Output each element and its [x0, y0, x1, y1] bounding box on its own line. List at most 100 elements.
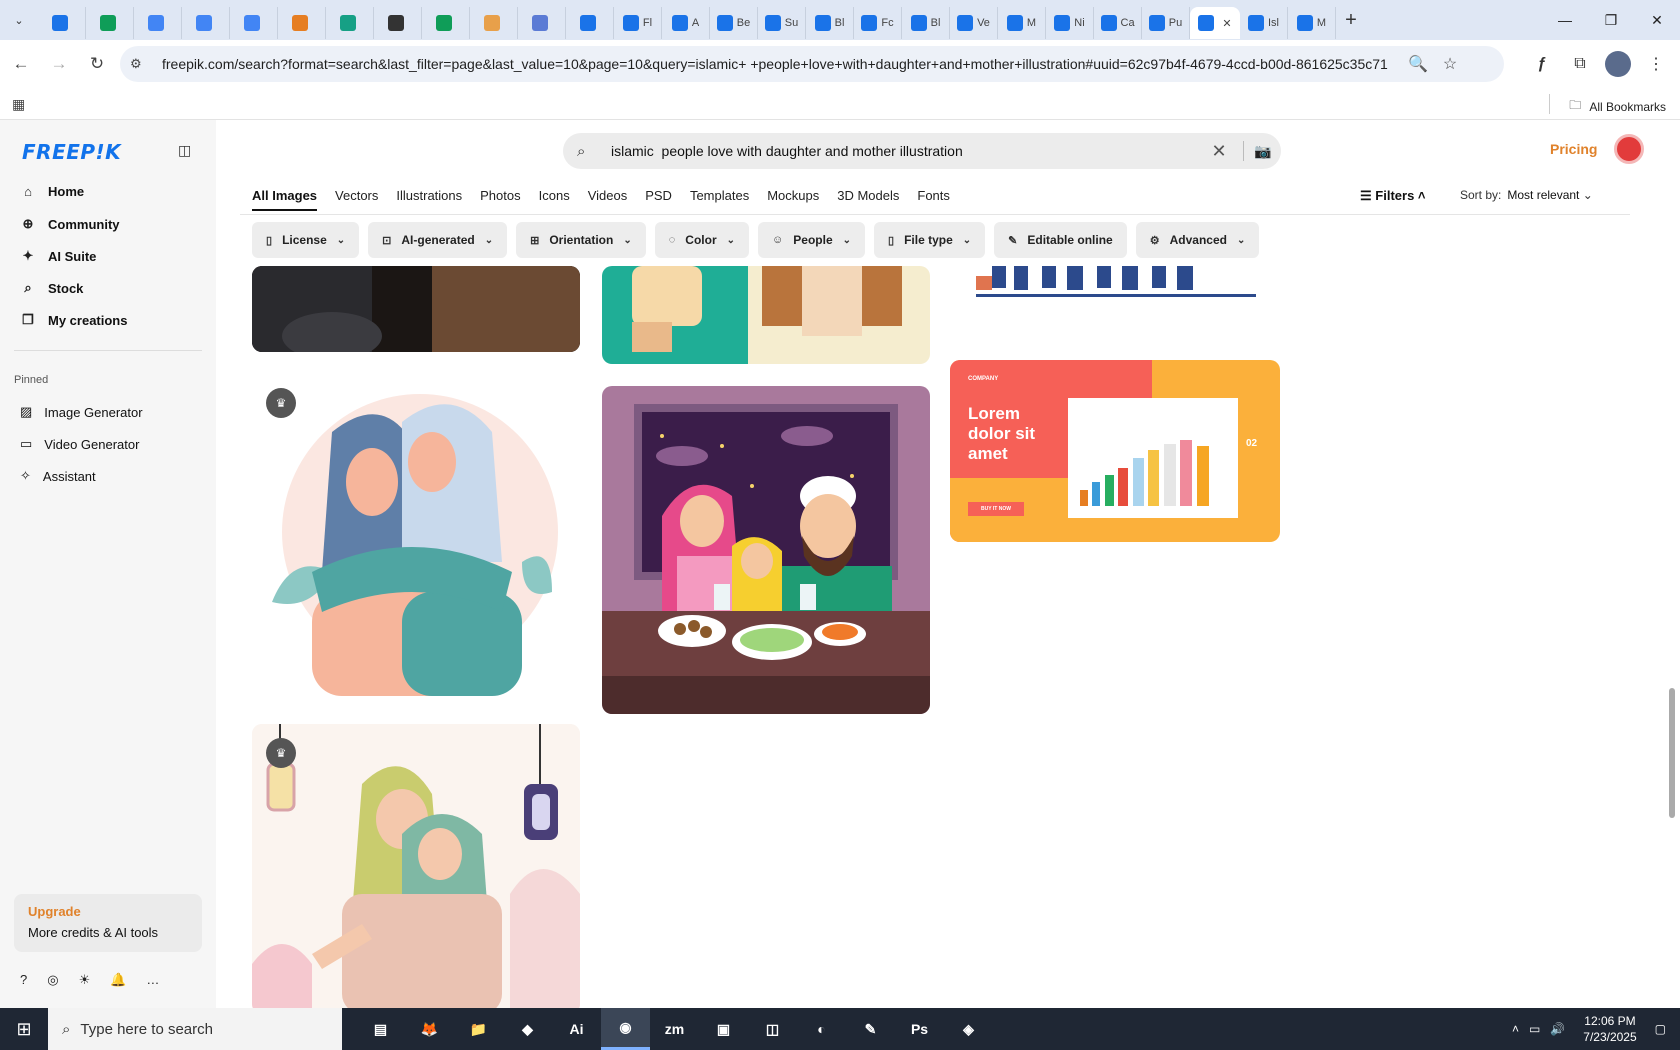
browser-tab[interactable]: Fc	[854, 7, 902, 39]
browser-tab[interactable]: Pu	[1142, 7, 1190, 39]
filter-chip-license[interactable]: ▯ License ⌄	[252, 222, 360, 258]
browser-tab[interactable]: Bl	[902, 7, 950, 39]
browser-tab[interactable]	[230, 7, 278, 39]
browser-tab[interactable]: Su	[758, 7, 806, 39]
tab-all-images[interactable]: All Images	[252, 188, 318, 211]
discord-icon[interactable]: ◎	[47, 972, 58, 988]
sidebar-item-image-generator[interactable]: ▨ Image Generator	[20, 404, 143, 420]
minimize-icon[interactable]: —	[1542, 0, 1588, 40]
apps-grid-icon[interactable]: ▦	[12, 96, 25, 113]
zoom-icon[interactable]: 🔍	[1402, 54, 1434, 74]
all-bookmarks-button[interactable]: 🗀 All Bookmarks	[1569, 96, 1666, 117]
upgrade-card[interactable]: Upgrade More credits & AI tools	[14, 894, 202, 952]
address-bar[interactable]: ⚙ freepik.com/search?format=search&last_…	[120, 46, 1504, 82]
taskbar-app-icon[interactable]: ▣	[699, 1008, 748, 1050]
browser-tab[interactable]: M	[1288, 7, 1336, 39]
browser-tab[interactable]: A	[662, 7, 710, 39]
page-scrollbar[interactable]	[1664, 120, 1680, 1008]
sidebar-item-stock[interactable]: ⌕ Stock	[20, 280, 83, 296]
close-tab-icon[interactable]: ✕	[1222, 17, 1231, 30]
tab-mockups[interactable]: Mockups	[767, 188, 819, 211]
filter-chip-file-type[interactable]: ▯ File type ⌄	[874, 222, 986, 258]
browser-tab[interactable]: M	[998, 7, 1046, 39]
tab-icons[interactable]: Icons	[539, 188, 570, 211]
tab-photos[interactable]: Photos	[480, 188, 520, 211]
network-icon[interactable]: ▭	[1529, 1022, 1540, 1036]
back-icon[interactable]: ←	[4, 47, 38, 81]
taskbar-app-icon[interactable]: Ps	[895, 1008, 944, 1050]
volume-icon[interactable]: 🔊	[1550, 1022, 1565, 1036]
taskbar-app-icon[interactable]: 📁	[454, 1008, 503, 1050]
filter-chip-people[interactable]: ☺ People ⌄	[758, 222, 866, 258]
windows-start-icon[interactable]: ⊞	[0, 1008, 48, 1050]
tab-search-button[interactable]: ⌄	[0, 0, 38, 40]
sidebar-item-my-creations[interactable]: ❐ My creations	[20, 312, 127, 328]
browser-tab[interactable]: Ca	[1094, 7, 1142, 39]
tab-fonts[interactable]: Fonts	[917, 188, 950, 211]
more-icon[interactable]: …	[146, 972, 159, 988]
filters-button[interactable]: ☰ Filters ˄	[1360, 188, 1426, 204]
help-icon[interactable]: ?	[20, 972, 27, 988]
image-card-mother-daughter-hug[interactable]: ♛	[252, 372, 580, 702]
image-card-people-row[interactable]	[952, 266, 1280, 300]
browser-tab[interactable]: Isl	[1240, 7, 1288, 39]
new-tab-button[interactable]: +	[1336, 9, 1366, 32]
filter-chip-editable-online[interactable]: ✎ Editable online	[994, 222, 1127, 258]
camera-search-icon[interactable]: 📷	[1254, 143, 1271, 160]
extensions-puzzle-icon[interactable]: ⧉	[1562, 46, 1598, 82]
tab-vectors[interactable]: Vectors	[335, 188, 378, 211]
browser-tab[interactable]	[518, 7, 566, 39]
filter-chip-color[interactable]: ◌ Color ⌄	[654, 222, 750, 258]
tab-templates[interactable]: Templates	[690, 188, 749, 211]
taskbar-app-icon[interactable]: ◈	[944, 1008, 993, 1050]
browser-menu-icon[interactable]: ⋮	[1638, 46, 1674, 82]
taskbar-app-icon[interactable]: ◆	[503, 1008, 552, 1050]
browser-tab[interactable]: Ve	[950, 7, 998, 39]
image-card-ramadan-hug[interactable]: ♛	[252, 724, 580, 1014]
filter-chip-orientation[interactable]: ⊞ Orientation ⌄	[516, 222, 646, 258]
tab-illustrations[interactable]: Illustrations	[396, 188, 462, 211]
image-card-orange-banner[interactable]: COMPANY Lorem dolor sit amet BUY IT NOW …	[950, 360, 1280, 542]
search-input[interactable]: islamic people love with daughter and mo…	[611, 143, 1191, 159]
browser-tab[interactable]	[86, 7, 134, 39]
browser-tab[interactable]	[470, 7, 518, 39]
taskbar-search-box[interactable]: ⌕ Type here to search	[48, 1008, 342, 1050]
taskbar-app-icon[interactable]: zm	[650, 1008, 699, 1050]
taskbar-app-icon[interactable]: ✎	[846, 1008, 895, 1050]
image-card-family-sofa[interactable]	[602, 266, 930, 364]
sidebar-item-assistant[interactable]: ✧ Assistant	[20, 468, 96, 484]
image-card-dark-photo[interactable]	[252, 266, 580, 352]
taskbar-app-icon[interactable]: ◫	[748, 1008, 797, 1050]
image-search-bar[interactable]: ⌕ islamic people love with daughter and …	[563, 133, 1281, 169]
image-card-family-dinner[interactable]	[602, 386, 930, 714]
tab-psd[interactable]: PSD	[645, 188, 672, 211]
restore-icon[interactable]: ❐	[1588, 0, 1634, 40]
tab-3d-models[interactable]: 3D Models	[837, 188, 899, 211]
sidebar-item-ai-suite[interactable]: ✦ AI Suite	[20, 248, 97, 264]
taskbar-app-icon[interactable]: Ai	[552, 1008, 601, 1050]
url-text[interactable]: freepik.com/search?format=search&last_fi…	[162, 56, 1402, 72]
sidebar-item-home[interactable]: ⌂ Home	[20, 184, 84, 199]
bookmark-star-icon[interactable]: ☆	[1434, 54, 1466, 74]
browser-tab[interactable]	[422, 7, 470, 39]
browser-tab[interactable]	[326, 7, 374, 39]
notifications-icon[interactable]: 🔔	[110, 972, 126, 988]
freepik-logo[interactable]: FREEP!K	[22, 140, 121, 164]
browser-tab[interactable]	[278, 7, 326, 39]
pricing-link[interactable]: Pricing	[1550, 141, 1597, 157]
close-window-icon[interactable]: ✕	[1634, 0, 1680, 40]
notification-center-icon[interactable]: ▢	[1655, 1022, 1666, 1036]
filter-chip-advanced[interactable]: ⚙ Advanced ⌄	[1135, 222, 1260, 258]
browser-tab[interactable]	[566, 7, 614, 39]
browser-tab[interactable]: ✕	[1190, 7, 1240, 39]
browser-tab[interactable]: Fl	[614, 7, 662, 39]
theme-toggle-icon[interactable]: ☀	[79, 972, 91, 988]
sort-select[interactable]: Sort by: Most relevant ⌄	[1460, 188, 1593, 202]
browser-tab[interactable]: Bl	[806, 7, 854, 39]
scrollbar-thumb[interactable]	[1669, 688, 1675, 818]
browser-tab[interactable]	[38, 7, 86, 39]
taskbar-app-icon[interactable]: 🦊	[405, 1008, 454, 1050]
taskbar-app-icon[interactable]: ◐	[797, 1008, 846, 1050]
browser-tab[interactable]	[134, 7, 182, 39]
reload-icon[interactable]: ↻	[80, 47, 114, 81]
